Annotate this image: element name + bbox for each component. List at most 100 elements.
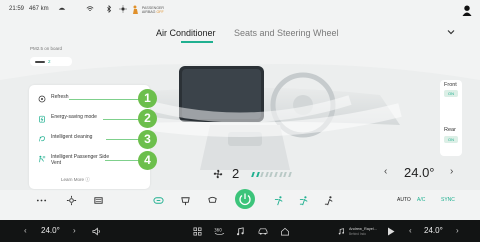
range-readout: 467 km: [29, 6, 49, 12]
home-icon[interactable]: [280, 227, 290, 236]
wifi-icon: [86, 6, 94, 11]
dock-temp-right: 24.0°: [424, 226, 443, 235]
drive-mode-icon: [58, 7, 66, 10]
camera-360-icon[interactable]: 360: [214, 227, 225, 236]
fan-level-segment: [264, 172, 269, 177]
feature-passenger-vent[interactable]: Intelligent Passenger Side Vent: [38, 154, 111, 166]
more-button[interactable]: [34, 193, 48, 207]
callout-line-3: [106, 139, 139, 140]
tab-air-conditioner[interactable]: Air Conditioner: [156, 28, 216, 38]
callout-line-1: [69, 99, 139, 100]
air-intake-icon: [180, 196, 190, 205]
cleaning-icon: [39, 136, 45, 142]
recirculation-button[interactable]: [151, 193, 165, 207]
airflow-feet-button[interactable]: [322, 193, 336, 207]
passenger-airbag-indicator: PASSENGER AIRBAG OFF: [132, 4, 164, 16]
fan-level-segment: [283, 172, 287, 177]
sun-icon: [119, 5, 127, 13]
pm25-value: 2: [48, 59, 51, 64]
dock-temp-left-increase[interactable]: ›: [73, 226, 76, 235]
pm25-label: PM2.5 on board: [30, 46, 63, 51]
airflow-feet-icon: [324, 195, 333, 205]
passenger-vent-icon: [39, 155, 46, 163]
info-icon: ⓘ: [85, 177, 90, 182]
volume-icon[interactable]: [92, 227, 101, 236]
temp-increase-button[interactable]: ›: [450, 166, 453, 177]
zone-rear-toggle[interactable]: ON: [444, 136, 458, 143]
feature-intelligent-cleaning[interactable]: Intelligent cleaning: [38, 134, 111, 143]
fan-level-segment: [251, 172, 255, 177]
power-icon: [239, 193, 251, 206]
power-button[interactable]: [235, 189, 255, 209]
fan-level-segment: [260, 172, 264, 177]
airbag-state: OFF: [156, 10, 164, 14]
callout-line-4: [105, 160, 139, 161]
feature-energy-saving[interactable]: Energy-saving mode: [38, 114, 111, 123]
sync-button[interactable]: SYNC: [441, 197, 455, 203]
callout-badge-1: 1: [138, 89, 157, 108]
callout-badge-4: 4: [138, 151, 157, 170]
now-playing-music-icon: [338, 228, 344, 235]
dock-temp-left: 24.0°: [41, 226, 60, 235]
rear-defrost-button[interactable]: [91, 193, 105, 207]
learn-more-link[interactable]: Learn More ⓘ: [61, 177, 90, 183]
callout-line-2: [103, 119, 139, 120]
feature-intelligent-cleaning-label: Intelligent cleaning: [51, 134, 93, 140]
temperature-right-value: 24.0°: [404, 165, 435, 180]
recirculation-icon: [152, 196, 164, 204]
rear-defrost-icon: [93, 196, 103, 204]
dock-temp-right-decrease[interactable]: ‹: [409, 226, 412, 235]
fan-speed-value: 2: [232, 166, 240, 181]
status-bar: 21:59 467 km PASSENGER AIRBAG OFF: [0, 0, 480, 22]
active-tab-indicator: [181, 41, 213, 43]
car-icon[interactable]: [258, 227, 268, 236]
zone-rear-label: Rear: [444, 127, 456, 133]
learn-more-label: Learn More: [61, 177, 85, 182]
fan-icon: [213, 169, 223, 179]
airflow-face-feet-button[interactable]: [297, 193, 311, 207]
now-playing-title: Andrew_Rayel...: [349, 227, 377, 231]
svg-text:360: 360: [214, 228, 222, 233]
car-silhouette-icon: [35, 60, 45, 63]
refresh-icon: [38, 95, 46, 103]
zone-front-toggle[interactable]: ON: [444, 90, 458, 97]
max-cool-icon: [207, 196, 217, 203]
max-cool-button[interactable]: [205, 193, 219, 207]
smart-features-panel: Refresh Energy-saving mode Intelligent c…: [29, 85, 150, 189]
fan-level-segment: [278, 172, 282, 177]
airflow-face-icon: [274, 195, 283, 205]
music-icon[interactable]: [236, 227, 245, 236]
climate-screen: 21:59 467 km PASSENGER AIRBAG OFF Air Con…: [0, 0, 480, 242]
feature-energy-saving-label: Energy-saving mode: [51, 114, 97, 120]
now-playing-artist: Behind Indo: [349, 232, 367, 236]
zone-front-label: Front: [444, 82, 457, 88]
feature-passenger-vent-label: Intelligent Passenger Side Vent: [51, 154, 110, 166]
bluetooth-icon: [107, 5, 112, 13]
fan-level-segment: [269, 172, 273, 177]
fan-speed-slider[interactable]: [251, 172, 292, 177]
callout-badge-3: 3: [138, 130, 157, 149]
airbag-line2: AIRBAG: [141, 10, 156, 14]
clock: 21:59: [9, 6, 25, 12]
apps-grid-icon[interactable]: [193, 227, 202, 236]
callout-badge-2: 2: [138, 109, 157, 128]
more-icon: [36, 199, 46, 201]
front-defrost-button[interactable]: [64, 193, 78, 207]
fan-level-segment: [274, 172, 278, 177]
auto-button[interactable]: AUTO: [397, 197, 411, 203]
airflow-face-button[interactable]: [272, 193, 286, 207]
tab-seats-steering[interactable]: Seats and Steering Wheel: [234, 28, 339, 38]
ac-button[interactable]: A/C: [417, 197, 425, 203]
energy-icon: [39, 115, 45, 123]
chevron-down-icon[interactable]: [446, 27, 456, 37]
pm25-readout: 2: [30, 57, 72, 66]
air-intake-button[interactable]: [178, 193, 192, 207]
temp-decrease-button[interactable]: ‹: [384, 166, 387, 177]
play-icon[interactable]: [387, 227, 395, 236]
dock-temp-left-decrease[interactable]: ‹: [24, 226, 27, 235]
airflow-face-feet-icon: [299, 195, 308, 205]
dock-temp-right-increase[interactable]: ›: [456, 226, 459, 235]
fan-level-segment: [255, 172, 259, 177]
user-profile-icon[interactable]: [462, 5, 472, 16]
front-defrost-icon: [66, 195, 76, 205]
